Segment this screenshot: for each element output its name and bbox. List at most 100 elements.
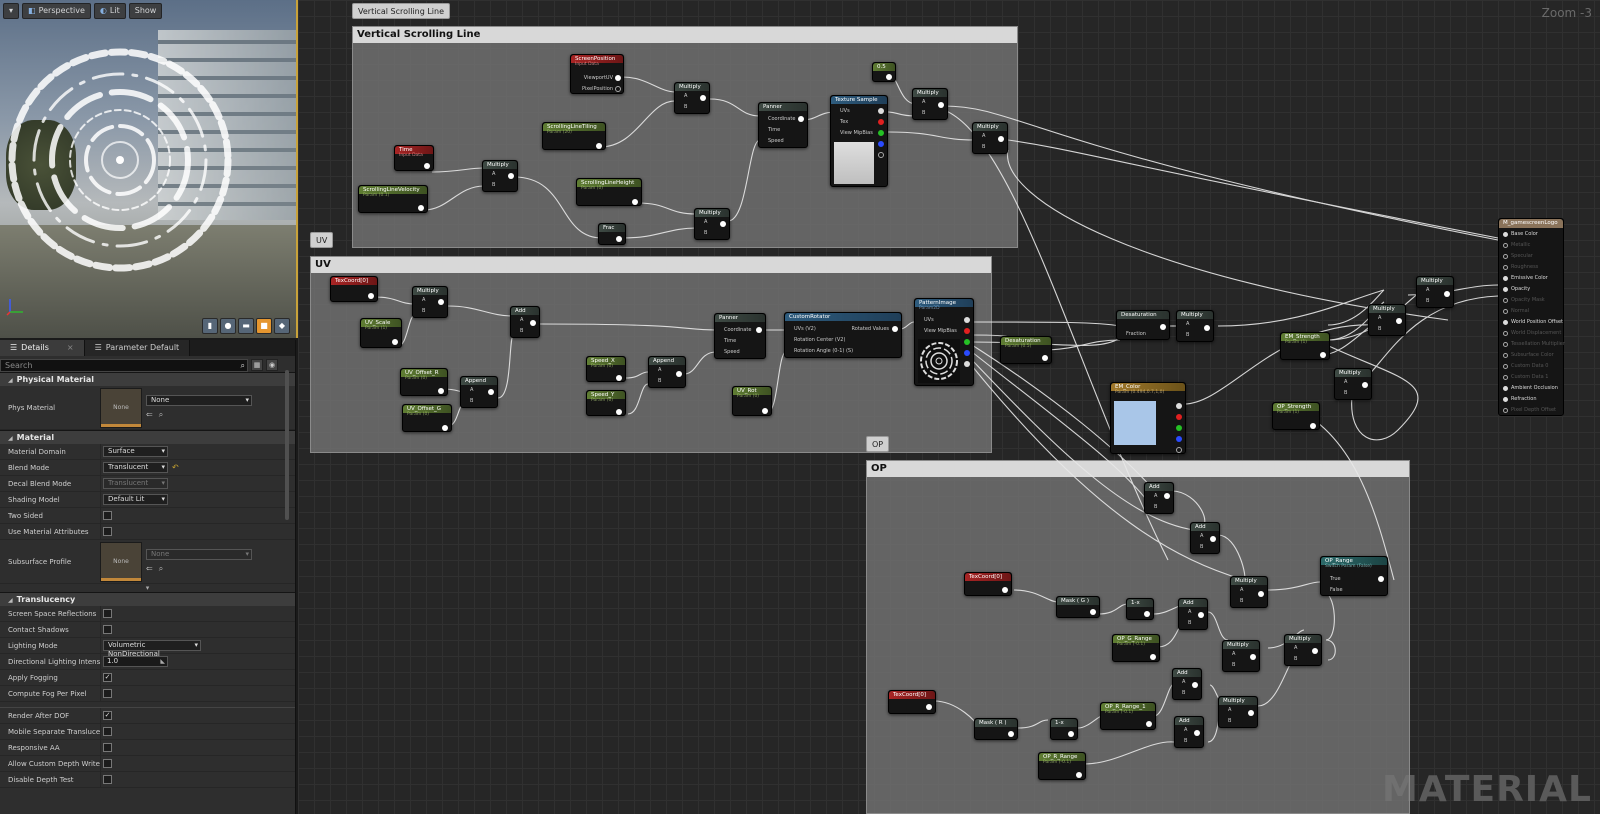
output-pin[interactable]: [616, 409, 622, 415]
output-pin[interactable]: [1310, 423, 1316, 429]
rgb-output-pin[interactable]: [878, 108, 884, 114]
perspective-button[interactable]: ◧ Perspective: [22, 3, 91, 19]
node-multiply[interactable]: Multiply A B: [1284, 634, 1322, 666]
node-speed-x[interactable]: Speed_X Param (0): [586, 356, 626, 382]
output-pin[interactable]: [368, 293, 374, 299]
output-pin[interactable]: [442, 425, 448, 431]
green-output-pin[interactable]: [964, 339, 970, 345]
node-multiply[interactable]: Multiply A B: [1176, 310, 1214, 342]
material-input-pin[interactable]: Tessellation Multiplier: [1503, 341, 1565, 347]
output-pin[interactable]: [616, 375, 622, 381]
output-pin[interactable]: [615, 86, 621, 92]
output-pin[interactable]: [615, 75, 621, 81]
blue-output-pin[interactable]: [964, 350, 970, 356]
node-multiply[interactable]: Multiply A B: [972, 122, 1008, 154]
node-em-color[interactable]: EM_Color Param (0.494,0.7,1,0): [1110, 382, 1186, 454]
output-pin[interactable]: [1210, 536, 1216, 542]
output-pin[interactable]: [1248, 710, 1254, 716]
node-multiply[interactable]: Multiply A B: [694, 208, 730, 240]
node-panner[interactable]: Panner Coordinate Time Speed: [758, 102, 808, 148]
output-pin[interactable]: [1396, 318, 1402, 324]
output-pin[interactable]: [998, 136, 1004, 142]
node-scrolling-line-height[interactable]: ScrollingLineHeight Param (0): [576, 178, 642, 206]
phys-material-select[interactable]: None: [146, 395, 252, 406]
node-texture-sample[interactable]: Texture Sample UVs Tex View MipBias: [830, 95, 888, 187]
material-input-pin[interactable]: Subsurface Color: [1503, 352, 1554, 358]
category-physical-material[interactable]: Physical Material: [0, 372, 295, 386]
output-pin[interactable]: [892, 326, 898, 332]
material-input-pin[interactable]: Roughness: [1503, 264, 1538, 270]
node-em-strength[interactable]: EM_Strength Param (1): [1280, 332, 1330, 360]
disable-depth-test-checkbox[interactable]: [103, 775, 112, 784]
node-texcoord[interactable]: TexCoord[0]: [330, 276, 378, 302]
subsurface-thumbnail[interactable]: None: [100, 541, 142, 582]
shading-model-select[interactable]: Default Lit: [103, 494, 168, 505]
details-scrollbar[interactable]: [285, 370, 289, 520]
rgb-output-pin[interactable]: [964, 317, 970, 323]
node-op-g-range[interactable]: OP_G_Range Param (-0.1): [1112, 634, 1160, 662]
output-pin[interactable]: [676, 371, 682, 377]
material-input-pin[interactable]: World Position Offset: [1503, 319, 1563, 325]
output-pin[interactable]: [1090, 609, 1096, 615]
output-pin[interactable]: [798, 116, 804, 122]
node-frac[interactable]: Frac: [598, 223, 626, 245]
output-pin[interactable]: [488, 389, 494, 395]
node-op-range-switch[interactable]: OP_Range Switch Param (False) True False: [1320, 556, 1388, 596]
contact-shadows-checkbox[interactable]: [103, 625, 112, 634]
node-panner[interactable]: Panner Coordinate Time Speed: [714, 313, 766, 359]
responsive-aa-checkbox[interactable]: [103, 743, 112, 752]
output-pin[interactable]: [720, 221, 726, 227]
input-pin-dot[interactable]: [1503, 297, 1508, 303]
input-pin-dot[interactable]: [1503, 363, 1508, 369]
view-options-icon[interactable]: ▦: [251, 359, 263, 371]
output-pin[interactable]: [1378, 576, 1384, 582]
blend-mode-select[interactable]: Translucent: [103, 462, 168, 473]
input-pin-dot[interactable]: [1503, 330, 1508, 336]
alpha-output-pin[interactable]: [1176, 447, 1182, 453]
output-pin[interactable]: [1144, 611, 1150, 617]
node-op-r-range[interactable]: OP_R_Range Param (-0.1): [1038, 752, 1086, 780]
apply-fogging-checkbox[interactable]: ✓: [103, 673, 112, 682]
cube-preview-icon[interactable]: ■: [256, 318, 272, 334]
output-pin[interactable]: [1008, 731, 1014, 737]
node-uv-scale[interactable]: UV_Scale Param (1): [360, 318, 402, 348]
output-pin[interactable]: [1258, 591, 1264, 597]
material-input-pin[interactable]: Opacity: [1503, 286, 1530, 292]
output-pin[interactable]: [1146, 721, 1152, 727]
output-pin[interactable]: [616, 236, 622, 242]
output-pin[interactable]: [1362, 382, 1368, 388]
phys-material-thumbnail[interactable]: None: [100, 387, 142, 428]
material-input-pin[interactable]: Opacity Mask: [1503, 297, 1545, 303]
directional-lighting-input[interactable]: 1.0: [103, 656, 168, 667]
node-screen-position[interactable]: ScreenPosition Input Data ViewportUV Pix…: [570, 54, 624, 94]
use-selected-arrow-icon[interactable]: ⇐: [146, 410, 153, 420]
output-pin[interactable]: [508, 173, 514, 179]
material-input-pin[interactable]: Ambient Occlusion: [1503, 385, 1558, 391]
output-pin[interactable]: [1312, 648, 1318, 654]
preview-viewport[interactable]: ▾ ◧ Perspective ◐ Lit Show ▮ ● ▬ ■ ◆: [0, 0, 298, 338]
input-pin-dot[interactable]: [1503, 407, 1508, 413]
node-op-r-range-1[interactable]: OP_R_Range_1 Param (-0.1): [1100, 702, 1156, 730]
node-texcoord[interactable]: TexCoord[0]: [964, 572, 1012, 596]
material-graph-canvas[interactable]: Zoom -3 MATERIAL Vertical Scrolling Line…: [298, 0, 1600, 814]
node-pattern-image[interactable]: PatternImage Param2D UVs View MipBias: [914, 298, 974, 386]
show-button[interactable]: Show: [128, 3, 163, 19]
input-pin-dot[interactable]: [1503, 231, 1508, 237]
material-input-pin[interactable]: Refraction: [1503, 396, 1537, 402]
red-output-pin[interactable]: [964, 328, 970, 334]
fog-per-pixel-checkbox[interactable]: [103, 689, 112, 698]
node-desaturation[interactable]: Desaturation Fraction: [1116, 310, 1170, 340]
plane-preview-icon[interactable]: ▬: [238, 318, 254, 334]
category-translucency[interactable]: Translucency: [0, 592, 295, 606]
node-add[interactable]: Add A B: [1178, 598, 1208, 630]
node-multiply[interactable]: Multiply A B: [482, 160, 518, 192]
node-multiply[interactable]: Multiply A B: [1218, 696, 1258, 728]
lit-button[interactable]: ◐ Lit: [93, 3, 126, 19]
output-pin[interactable]: [886, 74, 892, 80]
cylinder-preview-icon[interactable]: ▮: [202, 318, 218, 334]
output-pin[interactable]: [756, 327, 762, 333]
node-add[interactable]: Add A B: [510, 306, 540, 338]
node-scrolling-line-velocity[interactable]: ScrollingLineVelocity Param (0.1): [358, 185, 428, 213]
node-add[interactable]: Add A B: [1172, 668, 1202, 700]
custom-depth-checkbox[interactable]: [103, 759, 112, 768]
